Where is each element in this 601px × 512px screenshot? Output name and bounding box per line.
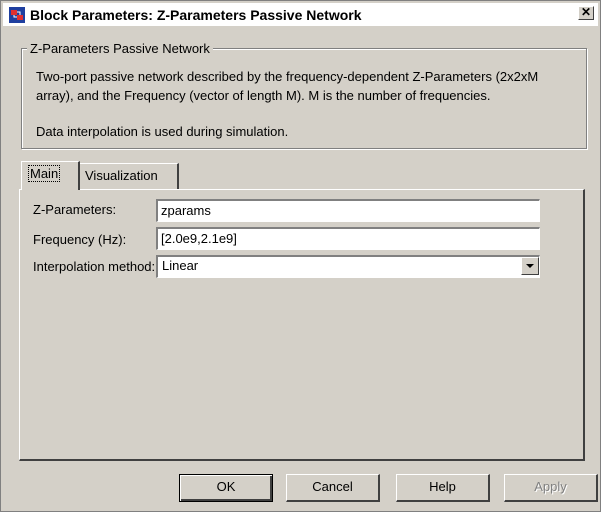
- interpolation-method-label: Interpolation method:: [33, 259, 156, 274]
- block-description: Two-port passive network described by th…: [36, 67, 581, 141]
- zparams-label: Z-Parameters:: [33, 202, 117, 217]
- interpolation-method-select[interactable]: Linear: [156, 255, 540, 278]
- chevron-down-icon[interactable]: [521, 257, 539, 275]
- interpolation-method-value: Linear: [162, 258, 199, 273]
- tab-main-label: Main: [28, 165, 61, 182]
- help-button[interactable]: Help: [396, 474, 490, 502]
- description-line-1: Two-port passive network described by th…: [36, 69, 539, 84]
- apply-button[interactable]: Apply: [504, 474, 598, 502]
- tab-visualization-label: Visualization: [85, 168, 158, 183]
- window-title: Block Parameters: Z-Parameters Passive N…: [30, 7, 362, 23]
- ok-button[interactable]: OK: [179, 474, 273, 502]
- simulink-block-icon: [9, 7, 25, 23]
- tab-visualization[interactable]: Visualization: [78, 163, 179, 190]
- zparams-input[interactable]: zparams: [156, 199, 540, 222]
- groupbox-legend: Z-Parameters Passive Network: [27, 41, 213, 56]
- description-line-3: Data interpolation is used during simula…: [36, 124, 289, 139]
- description-line-2: array), and the Frequency (vector of len…: [36, 88, 491, 103]
- tab-main[interactable]: Main: [21, 161, 80, 190]
- frequency-input[interactable]: [2.0e9,2.1e9]: [156, 227, 540, 250]
- dialog-window: Block Parameters: Z-Parameters Passive N…: [0, 0, 601, 512]
- frequency-label: Frequency (Hz):: [33, 232, 127, 247]
- cancel-button[interactable]: Cancel: [286, 474, 380, 502]
- close-icon[interactable]: ✕: [578, 6, 594, 20]
- title-bar[interactable]: Block Parameters: Z-Parameters Passive N…: [3, 3, 598, 26]
